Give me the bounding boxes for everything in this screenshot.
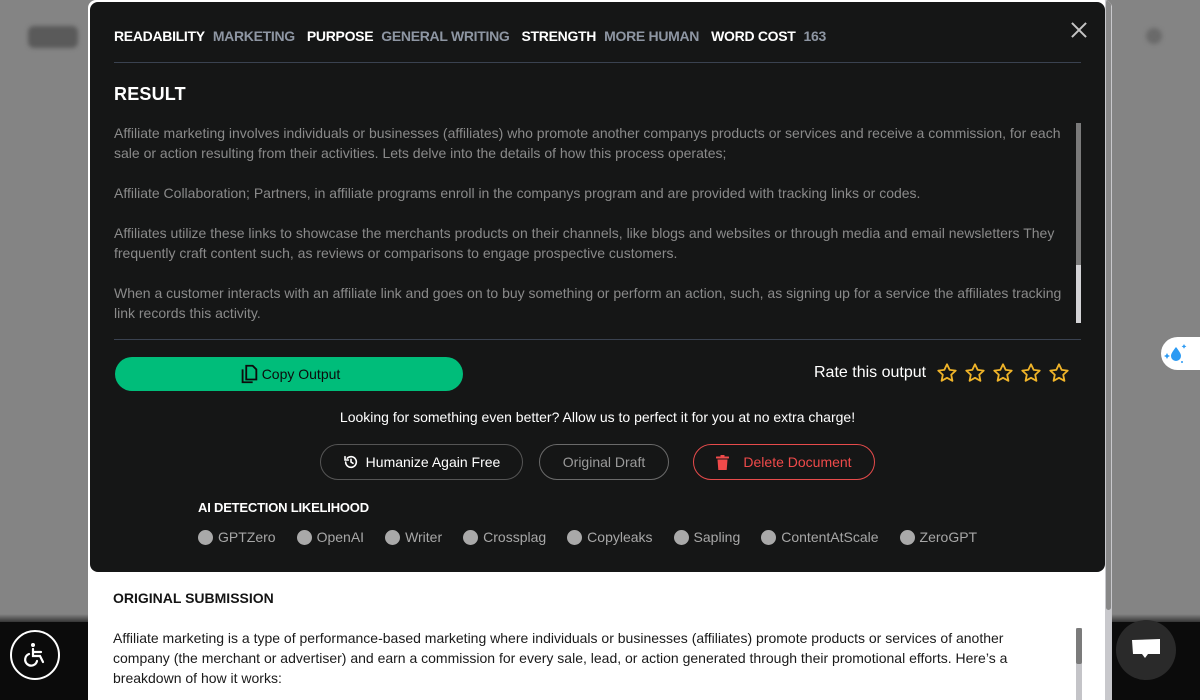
status-dot — [463, 529, 479, 545]
result-modal: READABILITY MARKETING PURPOSE GENERAL WR… — [88, 0, 1112, 700]
detector-item: Sapling — [673, 529, 741, 545]
result-paragraph: Affiliate Collaboration; Partners, in af… — [114, 185, 921, 201]
stat-value: MORE HUMAN — [604, 28, 700, 44]
cart-icon — [1146, 28, 1162, 44]
status-dot — [296, 529, 312, 545]
original-draft-button[interactable]: Original Draft — [539, 444, 669, 480]
trash-icon — [716, 454, 730, 470]
detector-item: ZeroGPT — [899, 529, 978, 545]
detector-item: ContentAtScale — [761, 529, 879, 545]
history-icon — [343, 455, 357, 469]
stat-label: STRENGTH — [521, 28, 597, 44]
stats-bar: READABILITY MARKETING PURPOSE GENERAL WR… — [114, 28, 838, 44]
status-dot — [899, 529, 915, 545]
result-title: RESULT — [114, 84, 186, 104]
delete-document-label: Delete Document — [743, 454, 852, 470]
original-submission-text: Affiliate marketing is a type of perform… — [113, 630, 1008, 686]
detector-item: Copyleaks — [567, 529, 653, 545]
stat-label: WORD COST — [711, 28, 796, 44]
detector-item: GPTZero — [198, 529, 276, 545]
detector-item: Writer — [385, 529, 442, 545]
close-icon[interactable] — [1068, 19, 1090, 41]
original-submission-title: ORIGINAL SUBMISSION — [113, 590, 274, 606]
detector-name: Copyleaks — [587, 529, 653, 545]
star-icon[interactable] — [992, 362, 1014, 384]
original-draft-label: Original Draft — [562, 454, 646, 470]
water-drop-sparkle-icon — [1164, 343, 1187, 363]
detector-item: Crossplag — [463, 529, 546, 545]
result-paragraph: Affiliates utilize these links to showca… — [114, 225, 1055, 261]
star-icon[interactable] — [1020, 362, 1042, 384]
stat-value: GENERAL WRITING — [381, 28, 510, 44]
promo-text: Looking for something even better? Allow… — [339, 409, 856, 425]
modal-scrollbar[interactable] — [1105, 0, 1112, 700]
status-dot — [385, 529, 401, 545]
stat-label: READABILITY — [114, 28, 205, 44]
detector-name: OpenAI — [316, 529, 365, 545]
humanizer-widget-button[interactable] — [1161, 337, 1200, 370]
result-scrollbar[interactable] — [1076, 123, 1081, 323]
divider — [114, 62, 1081, 63]
delete-document-button[interactable]: Delete Document — [693, 444, 875, 480]
detector-name: Writer — [405, 529, 443, 545]
accessibility-icon — [24, 643, 45, 667]
accessibility-button[interactable] — [10, 630, 60, 680]
result-paragraph: When a customer interacts with an affili… — [114, 285, 1062, 321]
result-panel: READABILITY MARKETING PURPOSE GENERAL WR… — [90, 2, 1105, 572]
original-scrollbar[interactable] — [1076, 628, 1082, 700]
detector-name: Sapling — [693, 529, 741, 545]
humanize-again-button[interactable]: Humanize Again Free — [320, 444, 523, 480]
ai-detection-title: AI DETECTION LIKELIHOOD — [198, 500, 369, 515]
result-text: Affiliate marketing involves individuals… — [114, 123, 1074, 323]
divider — [114, 339, 1081, 340]
rate-label: Rate this output — [814, 364, 927, 381]
status-dot — [198, 529, 213, 545]
status-dot — [673, 529, 689, 545]
star-icon[interactable] — [1048, 362, 1070, 384]
copy-output-button[interactable]: Copy Output — [115, 357, 463, 391]
rating: Rate this output — [814, 362, 1076, 384]
chat-button[interactable] — [1116, 620, 1176, 680]
detector-name: ZeroGPT — [919, 529, 978, 545]
stat-label: PURPOSE — [306, 28, 374, 44]
copy-output-label: Copy Output — [261, 366, 341, 382]
stat-value: MARKETING — [212, 28, 295, 44]
detector-item: OpenAI — [296, 529, 365, 545]
chat-icon — [1132, 639, 1160, 658]
status-dot — [567, 529, 583, 545]
status-dot — [761, 529, 777, 545]
stat-value: 163 — [803, 28, 827, 44]
star-icon[interactable] — [964, 362, 986, 384]
detector-name: Crossplag — [483, 529, 547, 545]
copy-icon — [241, 364, 257, 384]
detector-name: GPTZero — [218, 529, 276, 545]
detector-list: GPTZero OpenAI Writer Crossplag Copyleak… — [198, 529, 998, 545]
star-icon[interactable] — [936, 362, 958, 384]
result-paragraph: Affiliate marketing involves individuals… — [114, 125, 1061, 161]
humanize-again-label: Humanize Again Free — [365, 454, 501, 470]
site-logo — [28, 26, 78, 48]
detector-name: ContentAtScale — [781, 529, 879, 545]
